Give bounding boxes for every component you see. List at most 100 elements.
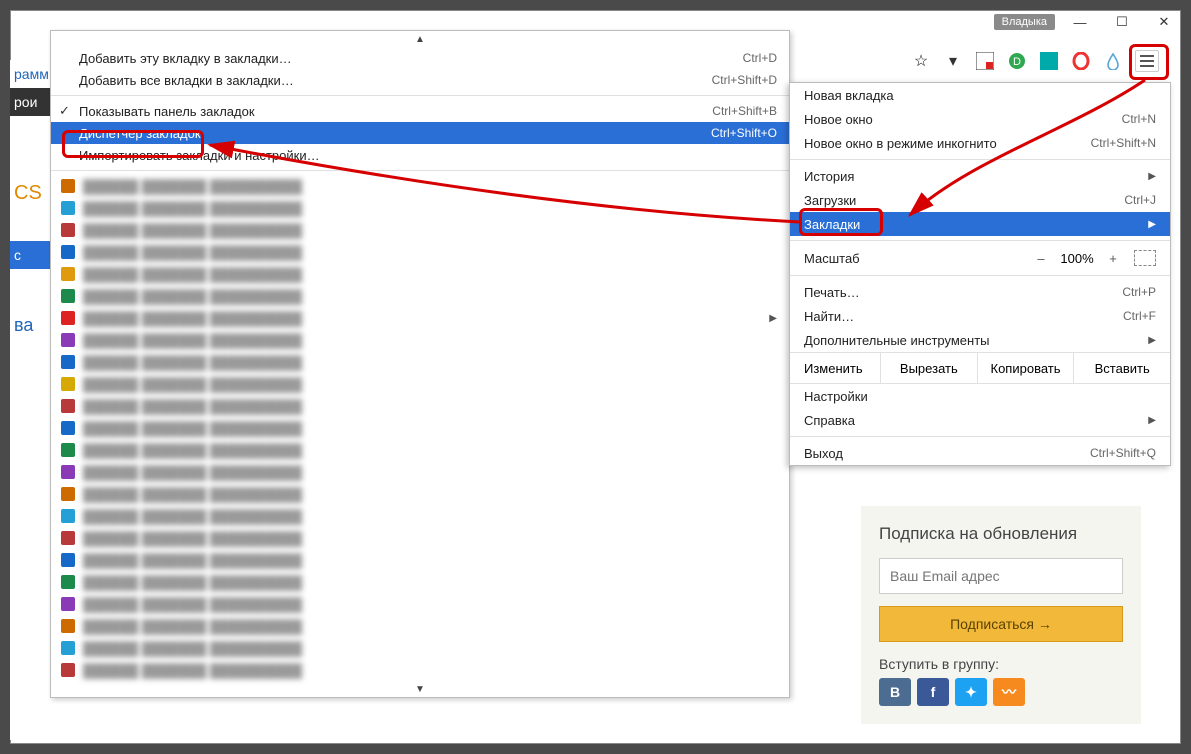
menu-shortcut: Ctrl+J (1124, 193, 1156, 207)
menu-label: Настройки (804, 389, 868, 404)
email-field[interactable] (879, 558, 1123, 594)
menu-label: Дополнительные инструменты (804, 333, 990, 348)
opera-icon[interactable] (1071, 51, 1091, 71)
bookmark-item[interactable]: ██████ ███████ ██████████ (51, 637, 789, 659)
scroll-down-icon[interactable]: ▼ (51, 681, 789, 697)
zoom-out-button[interactable]: – (1028, 251, 1054, 266)
menu-label: Справка (804, 413, 855, 428)
menu-add-this-bookmark[interactable]: Добавить эту вкладку в закладки… Ctrl+D (51, 47, 789, 69)
bookmark-item[interactable]: ██████ ███████ ██████████ (51, 417, 789, 439)
bookmark-item[interactable]: ██████ ███████ ██████████ (51, 373, 789, 395)
zoom-value: 100% (1054, 251, 1100, 266)
menu-label: Новое окно в режиме инкогнито (804, 136, 997, 151)
menu-new-window[interactable]: Новое окно Ctrl+N (790, 107, 1170, 131)
bookmark-item[interactable]: ██████ ███████ ██████████ (51, 329, 789, 351)
menu-find[interactable]: Найти… Ctrl+F (790, 304, 1170, 328)
bookmark-label: ██████ ███████ ██████████ (83, 377, 302, 392)
close-button[interactable]: ✕ (1147, 11, 1181, 33)
menu-shortcut: Ctrl+Shift+O (711, 126, 777, 140)
bookmark-item[interactable]: ██████ ███████ ██████████ (51, 395, 789, 417)
groups-title: Вступить в группу: (879, 656, 1123, 672)
bookmark-item[interactable]: ██████ ███████ ██████████ (51, 175, 789, 197)
bookmark-label: ██████ ███████ ██████████ (83, 333, 302, 348)
zoom-in-button[interactable]: + (1100, 251, 1126, 266)
chevron-right-icon: ▶ (769, 313, 777, 324)
subscribe-button[interactable]: Подписаться → (879, 606, 1123, 642)
bookmark-item[interactable]: ██████ ███████ ██████████ (51, 461, 789, 483)
bookmark-item[interactable]: ██████ ███████ ██████████ (51, 219, 789, 241)
bookmark-item[interactable]: ██████ ███████ ██████████ (51, 439, 789, 461)
chevron-right-icon: ▶ (1148, 171, 1156, 182)
ext-icon-green[interactable]: D (1007, 51, 1027, 71)
favicon (61, 179, 75, 193)
favicon (61, 311, 75, 325)
bookmark-item[interactable]: ██████ ███████ ██████████ (51, 351, 789, 373)
bookmark-item[interactable]: ██████ ███████ ██████████ (51, 571, 789, 593)
menu-exit[interactable]: Выход Ctrl+Shift+Q (790, 441, 1170, 465)
menu-shortcut: Ctrl+Shift+B (712, 104, 777, 118)
favicon (61, 223, 75, 237)
favicon (61, 377, 75, 391)
bookmark-label: ██████ ███████ ██████████ (83, 575, 302, 590)
main-menu-dropdown: Новая вкладка Новое окно Ctrl+N Новое ок… (789, 82, 1171, 466)
scroll-up-icon[interactable]: ▲ (51, 31, 789, 47)
svg-text:D: D (1013, 56, 1021, 68)
menu-shortcut: Ctrl+Shift+Q (1090, 446, 1156, 460)
favicon (61, 421, 75, 435)
paste-button[interactable]: Вставить (1073, 353, 1170, 383)
bookmark-item[interactable]: ██████ ███████ ██████████ (51, 505, 789, 527)
menu-settings[interactable]: Настройки (790, 384, 1170, 408)
star-icon[interactable]: ☆ (911, 51, 931, 71)
cut-button[interactable]: Вырезать (880, 353, 977, 383)
bookmark-item[interactable]: ██████ ███████ ██████████ (51, 263, 789, 285)
menu-edit-row: Изменить Вырезать Копировать Вставить (790, 352, 1170, 384)
water-icon[interactable] (1103, 51, 1123, 71)
pocket-icon[interactable]: ▾ (943, 51, 963, 71)
bookmark-item[interactable]: ██████ ███████ ██████████ (51, 197, 789, 219)
bookmark-label: ██████ ███████ ██████████ (83, 531, 302, 546)
chevron-right-icon: ▶ (1148, 415, 1156, 426)
favicon (61, 443, 75, 457)
menu-more-tools[interactable]: Дополнительные инструменты ▶ (790, 328, 1170, 352)
bookmark-label: ██████ ███████ ██████████ (83, 179, 302, 194)
menu-new-tab[interactable]: Новая вкладка (790, 83, 1170, 107)
menu-history[interactable]: История ▶ (790, 164, 1170, 188)
menu-label: Масштаб (804, 251, 1028, 266)
fullscreen-button[interactable] (1134, 250, 1156, 266)
menu-help[interactable]: Справка ▶ (790, 408, 1170, 432)
twitter-icon[interactable]: ✦ (955, 678, 987, 706)
bookmark-item[interactable]: ██████ ███████ ██████████ (51, 483, 789, 505)
menu-incognito[interactable]: Новое окно в режиме инкогнито Ctrl+Shift… (790, 131, 1170, 155)
bookmark-item[interactable]: ██████ ███████ ██████████▶ (51, 307, 789, 329)
facebook-icon[interactable]: f (917, 678, 949, 706)
bookmark-item[interactable]: ██████ ███████ ██████████ (51, 241, 789, 263)
bookmark-item[interactable]: ██████ ███████ ██████████ (51, 549, 789, 571)
favicon (61, 245, 75, 259)
rss-icon[interactable]: 〰 (993, 678, 1025, 706)
bookmark-label: ██████ ███████ ██████████ (83, 487, 302, 502)
subscribe-title: Подписка на обновления (879, 524, 1123, 544)
minimize-button[interactable]: — (1063, 11, 1097, 33)
bookmark-label: ██████ ███████ ██████████ (83, 355, 302, 370)
bookmark-item[interactable]: ██████ ███████ ██████████ (51, 527, 789, 549)
menu-shortcut: Ctrl+D (743, 51, 777, 65)
menu-show-bookmarks-bar[interactable]: Показывать панель закладок Ctrl+Shift+B (51, 100, 789, 122)
ext-icon[interactable] (975, 51, 995, 71)
favicon (61, 267, 75, 281)
menu-print[interactable]: Печать… Ctrl+P (790, 280, 1170, 304)
menu-shortcut: Ctrl+Shift+N (1091, 136, 1156, 150)
menu-add-all-bookmarks[interactable]: Добавить все вкладки в закладки… Ctrl+Sh… (51, 69, 789, 91)
ext-icon-cyan[interactable] (1039, 51, 1059, 71)
annotation-highlight (62, 130, 204, 158)
bookmark-item[interactable]: ██████ ███████ ██████████ (51, 615, 789, 637)
bookmark-item[interactable]: ██████ ███████ ██████████ (51, 593, 789, 615)
bookmark-item[interactable]: ██████ ███████ ██████████ (51, 285, 789, 307)
favicon (61, 531, 75, 545)
vk-icon[interactable]: B (879, 678, 911, 706)
menu-label: Найти… (804, 309, 854, 324)
copy-button[interactable]: Копировать (977, 353, 1074, 383)
bookmark-label: ██████ ███████ ██████████ (83, 509, 302, 524)
maximize-button[interactable]: ☐ (1105, 11, 1139, 33)
favicon (61, 575, 75, 589)
bookmark-item[interactable]: ██████ ███████ ██████████ (51, 659, 789, 681)
